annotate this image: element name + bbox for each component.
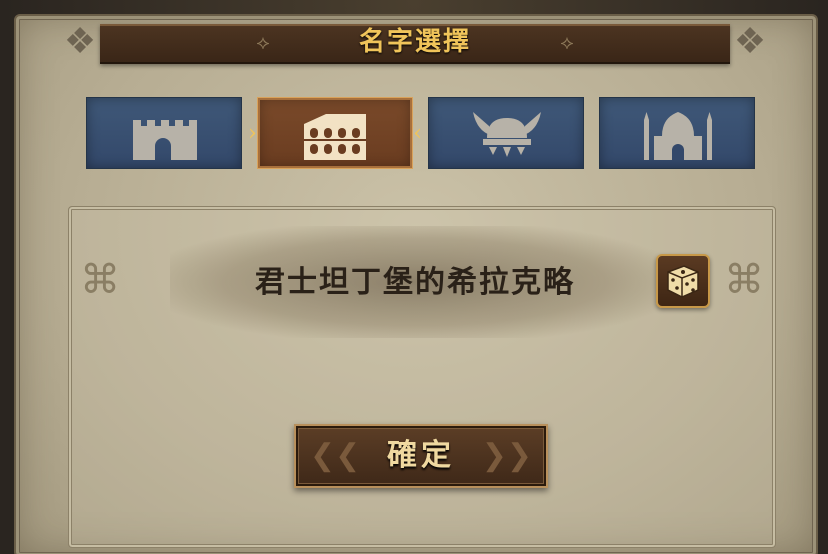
knot-ornament-icon: ⌘ (724, 257, 764, 303)
knot-ornament-icon: ⌘ (80, 257, 120, 303)
confirm-button[interactable]: ❮❮ 確定 ❯❯ (294, 424, 548, 488)
chevron-right-icon: ❯❯ (481, 438, 532, 473)
castle-icon (133, 120, 197, 160)
game-screen: ❖ ⟡ 名字選擇 ⟡ ❖ › ‹ ⌘ 君士坦丁堡的希拉克略 ⌘ ❮❮ 確定 ❯❯ (0, 0, 828, 554)
mosque-icon (644, 112, 712, 160)
knot-ornament-icon: ⟡ (560, 30, 574, 54)
selection-arrow-icon: ‹ (413, 121, 422, 146)
dialog-title: 名字選擇 (358, 27, 471, 57)
selection-arrow-icon: › (248, 121, 257, 146)
colosseum-icon (304, 114, 366, 160)
viking-helmet-icon (473, 112, 541, 157)
culture-tabs: › ‹ (86, 97, 756, 169)
randomize-name-button[interactable] (656, 254, 710, 308)
knot-ornament-icon: ❖ (733, 21, 767, 62)
tab-colosseum[interactable]: › ‹ (248, 97, 422, 169)
dice-icon (667, 265, 699, 298)
tab-mosque[interactable] (599, 97, 755, 169)
tab-viking[interactable] (428, 97, 584, 169)
dialog-header: ❖ ⟡ 名字選擇 ⟡ ❖ (40, 18, 790, 66)
generated-name: 君士坦丁堡的希拉克略 (255, 265, 575, 300)
tab-castle[interactable] (86, 97, 242, 169)
